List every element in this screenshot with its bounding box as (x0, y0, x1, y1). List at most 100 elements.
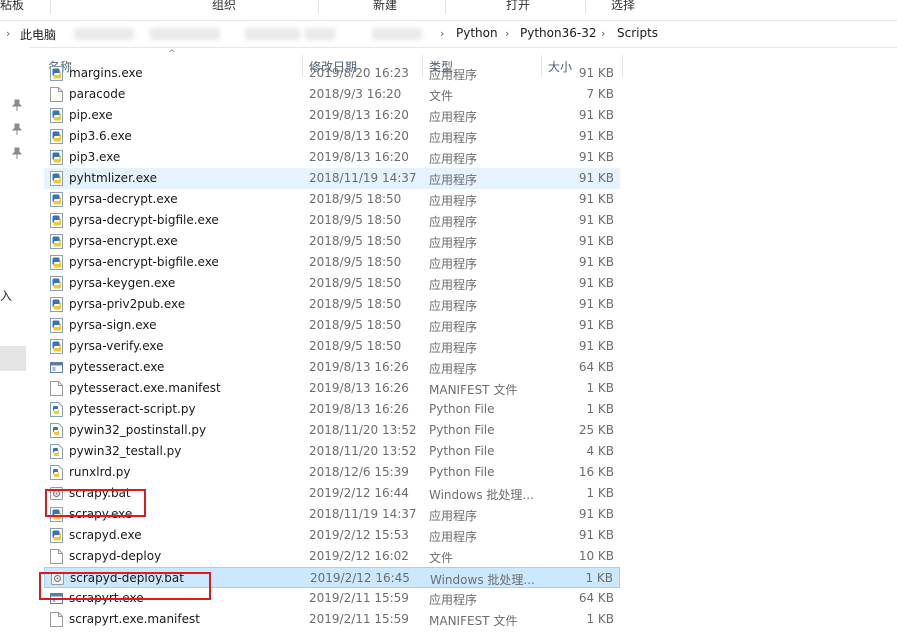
pin-icon[interactable] (11, 147, 23, 159)
file-row[interactable]: pyhtmlizer.exe 2018/11/19 14:37 应用程序 91 KB (44, 168, 620, 189)
file-type: Windows 批处理... (429, 488, 534, 502)
file-date-modified: 2019/8/13 16:26 (309, 360, 409, 374)
file-name: pytesseract-script.py (69, 402, 196, 416)
breadcrumb-python[interactable]: Python (456, 26, 498, 40)
navigation-pane[interactable]: 入 (0, 47, 30, 640)
file-row[interactable]: pytesseract.exe 2019/8/13 16:26 应用程序 64 KB (44, 357, 620, 378)
redacted-path (372, 28, 422, 40)
column-divider[interactable] (622, 55, 623, 77)
ribbon-group-organize: 组织 (212, 0, 237, 12)
python-file-icon (50, 402, 63, 417)
file-row[interactable]: pip3.exe 2019/8/13 16:20 应用程序 91 KB (44, 147, 620, 168)
file-date-modified: 2019/8/13 16:20 (309, 150, 409, 164)
file-date-modified: 2019/8/13 16:26 (309, 402, 409, 416)
file-row[interactable]: scrapyd-deploy 2019/2/12 16:02 文件 10 KB (44, 546, 620, 567)
chevron-right-icon[interactable]: › (601, 27, 605, 40)
file-name: pytesseract.exe (69, 360, 165, 374)
file-row[interactable]: pyrsa-priv2pub.exe 2018/9/5 18:50 应用程序 91 K… (44, 294, 620, 315)
file-row[interactable]: pyrsa-encrypt.exe 2018/9/5 18:50 应用程序 91 KB (44, 231, 620, 252)
file-row[interactable]: pip3.6.exe 2019/8/13 16:20 应用程序 91 KB (44, 126, 620, 147)
pin-icon[interactable] (11, 123, 23, 135)
file-row[interactable]: pywin32_testall.py 2018/11/20 13:52 Python… (44, 441, 620, 462)
file-row[interactable]: pip.exe 2019/8/13 16:20 应用程序 91 KB (44, 105, 620, 126)
breadcrumb-this-pc[interactable]: 此电脑 (20, 26, 56, 43)
file-row[interactable]: pyrsa-verify.exe 2018/9/5 18:50 应用程序 91 KB (44, 336, 620, 357)
file-date-modified: 2019/8/13 16:26 (309, 381, 409, 395)
file-type: MANIFEST 文件 (429, 614, 518, 628)
file-size: 91 KB (578, 129, 614, 143)
file-type: 应用程序 (429, 341, 478, 355)
file-date-modified: 2019/8/20 16:23 (309, 66, 409, 80)
file-type: 应用程序 (429, 530, 478, 544)
file-row[interactable]: scrapyd.exe 2019/2/12 15:53 应用程序 91 KB (44, 525, 620, 546)
file-size: 91 KB (578, 339, 614, 353)
breadcrumb-python36-32[interactable]: Python36-32 (520, 26, 596, 40)
blank-file-icon (50, 612, 63, 627)
python-exe-icon (50, 150, 63, 165)
file-name: paracode (69, 87, 126, 101)
file-date-modified: 2019/8/13 16:20 (309, 108, 409, 122)
file-row[interactable]: paracode 2018/9/3 16:20 文件 7 KB (44, 84, 620, 105)
redacted-path (305, 28, 335, 40)
python-exe-icon (50, 129, 63, 144)
python-exe-icon (50, 171, 63, 186)
file-type: 应用程序 (429, 278, 478, 292)
chevron-right-icon[interactable]: › (6, 27, 10, 40)
pin-icon[interactable] (11, 99, 23, 111)
file-type: Windows 批处理... (430, 573, 535, 587)
file-size: 10 KB (578, 549, 614, 563)
file-row[interactable]: pywin32_postinstall.py 2018/11/20 13:52 Py… (44, 420, 620, 441)
file-size: 91 KB (578, 528, 614, 542)
file-row[interactable]: pytesseract.exe.manifest 2019/8/13 16:26 M… (44, 378, 620, 399)
redacted-path (150, 28, 220, 40)
python-exe-icon (50, 528, 63, 543)
file-row[interactable]: pyrsa-encrypt-bigfile.exe 2018/9/5 18:50 应… (44, 252, 620, 273)
file-row[interactable]: margins.exe 2019/8/20 16:23 应用程序 91 KB (44, 63, 620, 84)
blank-file-icon (50, 381, 63, 396)
file-name: pip3.6.exe (69, 129, 132, 143)
python-exe-icon (50, 297, 63, 312)
chevron-right-icon[interactable]: › (440, 27, 444, 40)
file-name: pyrsa-verify.exe (69, 339, 164, 353)
ribbon-divider (585, 0, 586, 14)
file-date-modified: 2018/9/5 18:50 (309, 234, 402, 248)
breadcrumb-scripts[interactable]: Scripts (617, 26, 658, 40)
file-date-modified: 2018/11/19 14:37 (309, 171, 417, 185)
python-exe-icon (50, 255, 63, 270)
file-size: 91 KB (578, 108, 614, 122)
file-row[interactable]: pyrsa-keygen.exe 2018/9/5 18:50 应用程序 91 KB (44, 273, 620, 294)
file-type: 应用程序 (429, 215, 478, 229)
file-name: pyrsa-decrypt.exe (69, 192, 178, 206)
file-row[interactable]: scrapyrt.exe.manifest 2019/2/11 15:59 MANI… (44, 609, 620, 630)
file-date-modified: 2018/9/5 18:50 (309, 213, 402, 227)
python-exe-icon (50, 276, 63, 291)
annotation-highlight-box (45, 489, 146, 517)
file-row[interactable]: pyrsa-sign.exe 2018/9/5 18:50 应用程序 91 KB (44, 315, 620, 336)
file-row[interactable]: pyrsa-decrypt.exe 2018/9/5 18:50 应用程序 91 KB (44, 189, 620, 210)
file-size: 64 KB (578, 360, 614, 374)
file-date-modified: 2018/9/5 18:50 (309, 276, 402, 290)
redacted-path (245, 28, 300, 40)
file-type: 应用程序 (429, 131, 478, 145)
ribbon-group-clipboard: 粘板 (0, 0, 25, 12)
file-row[interactable]: pytesseract-script.py 2019/8/13 16:26 Pyth… (44, 399, 620, 420)
nav-item-selected[interactable] (0, 346, 26, 371)
file-date-modified: 2018/9/5 18:50 (309, 255, 402, 269)
python-file-icon (50, 423, 63, 438)
python-exe-icon (50, 318, 63, 333)
file-name: scrapyd.exe (69, 528, 142, 542)
python-exe-icon (50, 192, 63, 207)
file-name: pywin32_testall.py (69, 444, 182, 458)
file-type: 应用程序 (429, 593, 478, 607)
file-name: scrapyd-deploy (69, 549, 162, 563)
file-name: pyrsa-keygen.exe (69, 276, 176, 290)
file-size: 25 KB (578, 423, 614, 437)
file-row[interactable]: runxlrd.py 2018/12/6 15:39 Python File 16 K… (44, 462, 620, 483)
nav-item-label[interactable]: 入 (0, 287, 12, 304)
annotation-highlight-box (39, 572, 211, 600)
file-row[interactable]: pyrsa-decrypt-bigfile.exe 2018/9/5 18:50 应… (44, 210, 620, 231)
chevron-right-icon[interactable]: › (505, 27, 509, 40)
file-name: pyhtmlizer.exe (69, 171, 158, 185)
python-exe-icon (50, 108, 63, 123)
address-bar[interactable]: › 此电脑 › Python › Python36-32 › Scripts (0, 20, 897, 48)
